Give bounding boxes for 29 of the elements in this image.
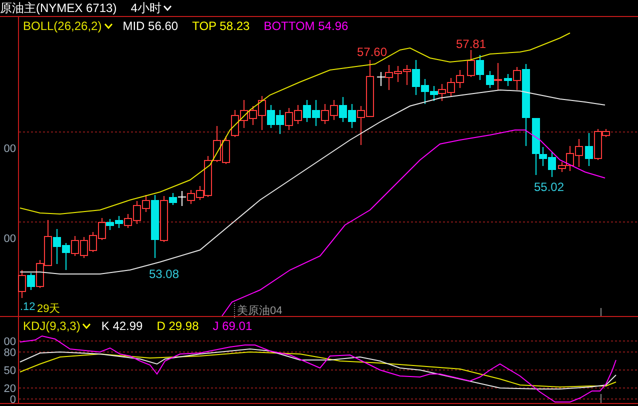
indicator-value: J 69.01 [212,319,252,333]
cursor-tick [600,394,602,403]
axis-label: 0 [10,394,16,406]
axis-label: 50 [4,365,16,377]
chevron-down-icon [104,23,113,29]
date-label: .12 [20,301,36,313]
axis-label: 00 [4,336,16,348]
cursor-tick [600,308,602,316]
price-label: 55.02 [534,180,564,194]
axis-label: 00 [4,143,16,155]
axis-label: 80 [4,347,16,359]
indicator-value: K 42.99 [101,319,143,333]
indicator-value: BOTTOM 54.96 [264,19,348,33]
indicator-dropdown[interactable]: BOLL(26,26,2) [23,19,113,33]
axis-label: 00 [4,233,16,245]
indicator-value: D 29.98 [156,319,199,333]
chevron-down-icon [82,323,92,329]
price-label: 57.60 [357,45,388,59]
date-label: 29天 [37,302,60,316]
indicator-value: TOP 58.23 [192,19,250,33]
indicator-value: MID 56.60 [122,19,178,33]
indicator-dropdown[interactable]: KDJ(9,3,3) [23,319,92,333]
price-label: 53.08 [149,267,180,281]
contract-label: 美原油04 [234,303,282,318]
chevron-down-icon [163,5,172,11]
timeframe-dropdown[interactable]: 4小时 [130,0,172,16]
axis-label: 20 [4,383,16,395]
price-label: 57.81 [456,37,486,51]
instrument-title: 原油主(NYMEX 6713) [0,0,117,16]
